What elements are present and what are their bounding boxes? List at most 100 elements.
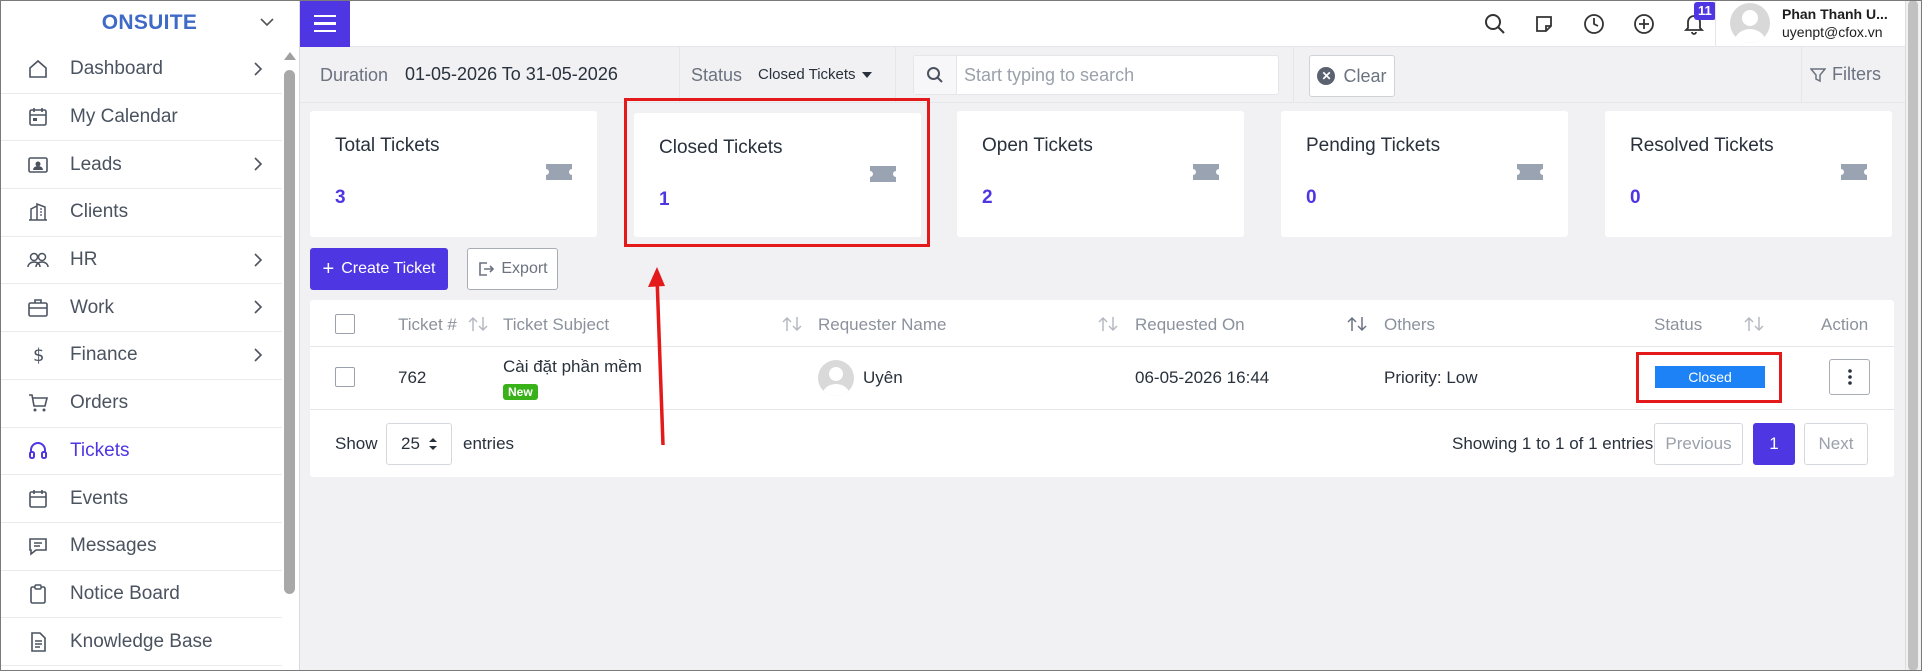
stat-card-value: 3 [335,187,346,208]
sidebar-item-my-calendar[interactable]: My Calendar [0,94,282,142]
briefcase-icon [24,294,52,322]
caret-down-icon [861,71,872,78]
stat-card-value: 1 [659,189,670,210]
sidebar-item-clients[interactable]: Clients [0,189,282,237]
table-row: 762 Cài đặt phần mềm New Uyên 06-05-2026… [310,347,1894,410]
sidebar-item-orders[interactable]: Orders [0,380,282,428]
stat-card-title: Resolved Tickets [1630,135,1774,156]
requested-on: 06-05-2026 16:44 [1135,368,1270,387]
stat-card-total-tickets[interactable]: Total Tickets 3 [310,111,597,237]
filters-label: Filters [1832,64,1881,84]
sidebar-item-dashboard[interactable]: Dashboard [0,46,282,94]
calendar-icon [24,103,52,131]
sidebar-item-messages[interactable]: Messages [0,523,282,571]
previous-page-button[interactable]: Previous [1654,423,1743,465]
sidebar-item-label: Knowledge Base [70,630,213,652]
user-name: Phan Thanh U... [1782,6,1888,22]
avatar [1730,3,1770,43]
create-ticket-button[interactable]: + Create Ticket [310,248,448,290]
filter-bar: Duration 01-05-2026 To 31-05-2026 Status… [300,47,1905,103]
plus-circle-icon[interactable] [1630,10,1658,38]
dollar-icon: $ [24,341,52,369]
ticket-number[interactable]: 762 [398,368,426,388]
clock-icon[interactable] [1580,10,1608,38]
sort-desc-icon[interactable] [1347,315,1367,333]
stat-card-title: Open Tickets [982,135,1093,156]
sidebar-item-label: Leads [70,153,122,175]
sidebar-item-finance[interactable]: $ Finance [0,332,282,380]
plus-icon: + [322,258,335,280]
menu-toggle-button[interactable] [300,0,350,47]
search-input[interactable] [964,64,1264,86]
status-filter-select[interactable]: Closed Tickets [758,66,872,83]
col-requested-on[interactable]: Requested On [1135,315,1245,335]
sidebar-item-label: Orders [70,392,129,414]
chevron-right-icon [252,61,264,82]
sidebar-item-knowledge-base[interactable]: Knowledge Base [0,618,282,666]
bell-icon[interactable]: 11 [1680,2,1716,38]
sidebar-item-label: Tickets [70,439,130,461]
calendar-event-icon [24,485,52,513]
chevron-down-icon[interactable] [259,14,275,35]
search-icon[interactable] [1481,10,1509,38]
brand-name: ONSUITE [101,11,198,34]
stat-card-value: 2 [982,187,993,208]
clear-filters-button[interactable]: ✕ Clear [1309,55,1395,97]
col-ticket-number[interactable]: Ticket # [398,315,457,335]
ticket-icon [1192,163,1220,186]
col-ticket-subject[interactable]: Ticket Subject [503,315,609,335]
entries-per-page-select[interactable]: 25 [386,423,452,465]
requester-name[interactable]: Uyên [863,368,903,388]
sidebar-item-tickets[interactable]: Tickets [0,428,282,476]
export-button[interactable]: Export [467,248,558,290]
brand-header[interactable]: ONSUITE [0,0,299,46]
page-scrollbar[interactable] [1908,0,1918,671]
sidebar-item-work[interactable]: Work [0,284,282,333]
stat-card-resolved-tickets[interactable]: Resolved Tickets 0 [1605,111,1892,237]
ticket-subject[interactable]: Cài đặt phần mềm [503,357,642,377]
sort-icon[interactable] [782,315,802,333]
row-checkbox[interactable] [335,367,355,387]
stat-card-open-tickets[interactable]: Open Tickets 2 [957,111,1244,237]
sidebar-item-leads[interactable]: Leads [0,141,282,190]
sort-icon[interactable] [1098,315,1118,333]
col-status[interactable]: Status [1654,315,1702,335]
row-action-menu-button[interactable] [1829,359,1870,395]
cart-icon [24,389,52,417]
pagination-info: Showing 1 to 1 of 1 entries [1452,434,1654,453]
user-menu[interactable]: Phan Thanh U... uyenpt@cfox.vn [1715,0,1905,46]
sort-icon[interactable] [468,315,488,333]
sidebar-nav: Dashboard My Calendar Leads Clients HR Work $ F… [0,46,299,666]
sidebar-item-hr[interactable]: HR [0,237,282,285]
filters-button[interactable]: Filters [1810,64,1881,85]
filter-icon [1810,67,1826,82]
sidebar-item-label: Clients [70,201,129,223]
new-badge: New [503,384,538,400]
chevron-right-icon [252,347,264,368]
select-all-checkbox[interactable] [335,314,355,334]
search-box [913,55,1279,95]
sidebar-item-label: Work [70,296,114,318]
export-icon [479,262,495,276]
ticket-icon [545,163,573,186]
close-icon: ✕ [1317,67,1336,85]
ticket-icon [1840,163,1868,186]
stat-card-title: Closed Tickets [659,137,783,158]
col-requester-name[interactable]: Requester Name [818,315,947,335]
sticky-note-icon[interactable] [1530,10,1558,38]
export-label: Export [501,260,548,277]
duration-date-range[interactable]: 01-05-2026 To 31-05-2026 [405,64,618,85]
page-1-button[interactable]: 1 [1753,423,1795,465]
sidebar-item-events[interactable]: Events [0,475,282,523]
next-page-button[interactable]: Next [1804,423,1868,465]
sidebar-item-notice-board[interactable]: Notice Board [0,571,282,619]
sort-icon[interactable] [1744,315,1764,333]
scroll-up-arrow[interactable] [284,52,296,60]
stat-card-pending-tickets[interactable]: Pending Tickets 0 [1281,111,1568,237]
svg-text:$: $ [33,345,44,366]
sidebar-scrollbar[interactable] [284,70,295,594]
stat-card-value: 0 [1630,187,1641,208]
stat-card-closed-tickets[interactable]: Closed Tickets 1 [634,113,921,237]
duration-label: Duration [320,65,389,85]
stat-card-value: 0 [1306,187,1317,208]
